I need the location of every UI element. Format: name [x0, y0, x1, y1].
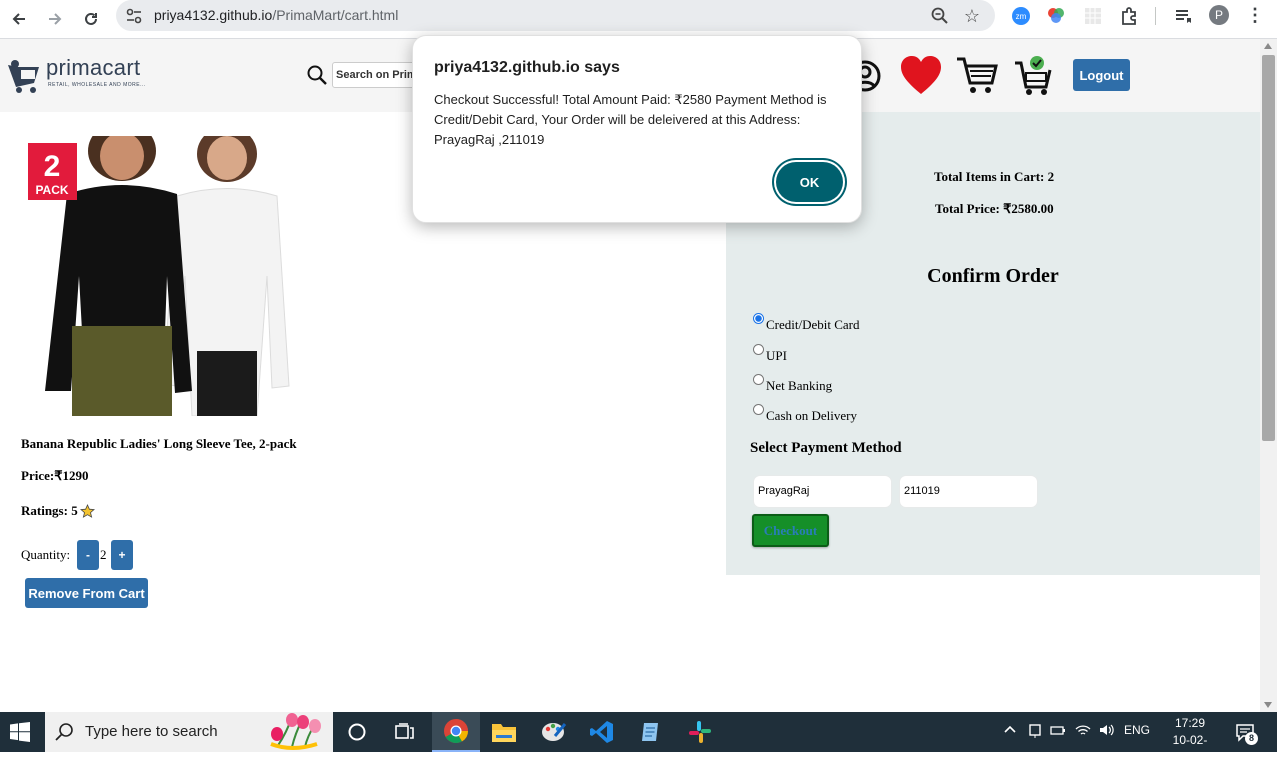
browser-menu-icon[interactable]: ⋮	[1245, 5, 1265, 27]
radio-cash-on-delivery[interactable]	[753, 404, 764, 415]
file-explorer-icon[interactable]	[480, 712, 528, 752]
quantity-label: Quantity:	[21, 547, 71, 562]
total-price: Total Price: ₹2580.00	[935, 201, 1054, 216]
alert-dialog: priya4132.github.io says Checkout Succes…	[412, 35, 862, 223]
back-icon[interactable]	[4, 4, 34, 34]
select-payment-heading: Select Payment Method	[750, 440, 902, 456]
primacart-logo[interactable]: primacart RETAIL, WHOLESALE AND MORE...	[6, 53, 146, 95]
brand-tagline: RETAIL, WHOLESALE AND MORE...	[48, 82, 146, 88]
zoom-icon[interactable]	[929, 5, 951, 27]
pack-badge-number: 2	[44, 150, 61, 183]
cart-icon[interactable]	[955, 55, 999, 95]
volume-icon[interactable]	[1098, 723, 1114, 740]
cortana-icon[interactable]	[333, 712, 381, 752]
page-scrollbar[interactable]	[1260, 39, 1277, 712]
site-settings-icon[interactable]	[124, 6, 144, 26]
ratings-text: Ratings: 5	[21, 503, 78, 518]
radio-upi[interactable]	[753, 344, 764, 355]
browser-toolbar: priya4132.github.io/PrimaMart/cart.html …	[0, 0, 1277, 39]
slack-icon[interactable]	[676, 712, 724, 752]
clock-time: 17:29	[1174, 716, 1206, 730]
language-indicator[interactable]: ENG	[1124, 723, 1150, 737]
radio-credit-debit-card[interactable]	[753, 313, 764, 324]
battery-icon[interactable]	[1050, 723, 1066, 740]
chrome-taskbar-icon[interactable]	[432, 712, 480, 752]
taskbar-search-placeholder: Type here to search	[85, 723, 218, 740]
radio-net-banking[interactable]	[753, 374, 764, 385]
clock-date: 10-02-2025	[1172, 733, 1208, 764]
quantity-decrease-button[interactable]: -	[77, 540, 99, 570]
zoom-meetings-extension-icon[interactable]: zm	[1010, 5, 1032, 27]
notifications-icon[interactable]: 8	[1234, 721, 1258, 745]
search-icon[interactable]	[306, 64, 328, 86]
orders-cart-check-icon[interactable]	[1013, 53, 1055, 97]
paint-icon[interactable]	[530, 712, 578, 752]
wifi-icon[interactable]	[1075, 723, 1091, 740]
notepad-icon[interactable]	[627, 712, 675, 752]
checkout-button[interactable]: Checkout	[752, 514, 829, 547]
payment-option-cod[interactable]: Cash on Delivery	[753, 403, 857, 424]
scroll-up-arrow[interactable]	[1264, 43, 1272, 49]
cart-logo-icon	[8, 60, 39, 93]
grid-extension-icon[interactable]	[1082, 5, 1104, 27]
confirm-order-heading: Confirm Order	[927, 265, 1059, 287]
payment-option-label: Credit/Debit Card	[766, 317, 860, 332]
taskbar-search-icon	[55, 723, 73, 741]
pack-badge-text: PACK	[35, 183, 68, 197]
bookmark-star-icon[interactable]: ☆	[961, 5, 983, 27]
product-ratings: Ratings: 5	[21, 503, 95, 519]
total-items: Total Items in Cart: 2	[934, 169, 1055, 184]
star-icon	[79, 503, 95, 518]
taskbar-clock[interactable]: 17:29 10-02-2025	[1160, 715, 1220, 766]
pincode-input[interactable]: 211019	[899, 475, 1038, 508]
extensions-puzzle-icon[interactable]	[1118, 5, 1140, 27]
search-input[interactable]: Search on PrimaCart	[332, 62, 422, 88]
windows-start-icon[interactable]	[10, 722, 30, 742]
payment-option-label: Net Banking	[766, 378, 833, 393]
remove-from-cart-button[interactable]: Remove From Cart	[25, 578, 148, 608]
dialog-message: Checkout Successful! Total Amount Paid: …	[434, 92, 827, 147]
payment-option-label: Cash on Delivery	[766, 408, 857, 423]
quantity-increase-button[interactable]: +	[111, 540, 133, 570]
task-view-icon[interactable]	[381, 712, 429, 752]
url-text: priya4132.github.io/PrimaMart/cart.html	[154, 7, 399, 23]
payment-option-upi[interactable]: UPI	[753, 343, 787, 364]
dialog-title: priya4132.github.io says	[434, 59, 620, 76]
color-picker-extension-icon[interactable]	[1045, 5, 1067, 27]
logout-button[interactable]: Logout	[1073, 59, 1130, 91]
svg-text:zm: zm	[1016, 12, 1027, 21]
profile-avatar[interactable]: P	[1209, 5, 1229, 25]
scroll-down-arrow[interactable]	[1264, 702, 1272, 708]
payment-option-net-banking[interactable]: Net Banking	[753, 373, 832, 394]
notification-count-badge: 8	[1245, 732, 1258, 745]
product-name: Banana Republic Ladies' Long Sleeve Tee,…	[21, 436, 297, 451]
payment-option-label: UPI	[766, 348, 787, 363]
product-price: Price:₹1290	[21, 468, 89, 483]
toolbar-divider	[1155, 7, 1156, 25]
address-bar[interactable]: priya4132.github.io/PrimaMart/cart.html …	[116, 0, 995, 31]
product-image: 2 PACK	[27, 121, 297, 417]
vscode-icon[interactable]	[578, 712, 626, 752]
payment-option-card[interactable]: Credit/Debit Card	[753, 312, 860, 333]
wishlist-heart-icon[interactable]	[899, 54, 943, 98]
reload-icon[interactable]	[76, 4, 106, 34]
tulips-decoration-icon	[270, 713, 321, 750]
meet-now-icon[interactable]	[1028, 723, 1042, 742]
scroll-thumb[interactable]	[1262, 55, 1275, 441]
taskbar-search[interactable]: Type here to search	[45, 712, 333, 752]
quantity-value: 2	[100, 547, 107, 562]
dialog-ok-button[interactable]: OK	[776, 162, 843, 202]
address-input[interactable]: PrayagRaj	[753, 475, 892, 508]
tray-overflow-chevron-icon[interactable]	[1003, 723, 1017, 740]
windows-taskbar: Type here to search ENG 17:29 10-02-2025…	[0, 712, 1277, 764]
brand-name: primacart	[46, 55, 141, 80]
reading-list-icon[interactable]	[1172, 5, 1194, 27]
forward-icon[interactable]	[40, 4, 70, 34]
